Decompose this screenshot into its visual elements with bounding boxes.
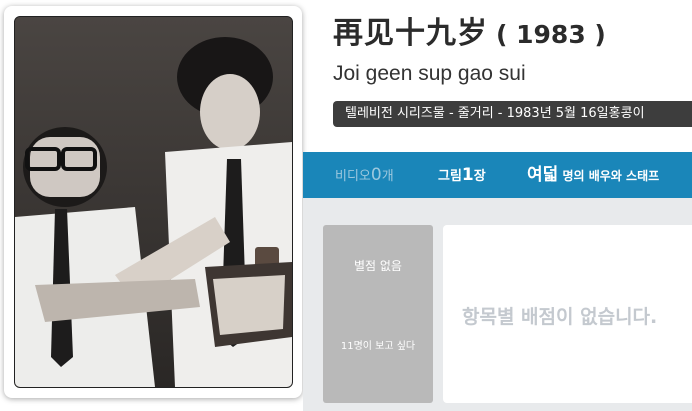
rating-panel: 별점 없음 11명이 보고 싶다 항목별 배점이 없습니다.	[303, 198, 692, 411]
video-suffix: 개	[381, 169, 394, 184]
page-title: 再见十九岁	[333, 16, 488, 51]
want-to-see-count: 11명이 보고 싶다	[340, 341, 416, 352]
poster-image[interactable]	[14, 16, 293, 388]
poster-card[interactable]	[4, 6, 302, 398]
image-label: 그림	[438, 169, 462, 184]
cast-stat[interactable]: 여덟 명의 배우와 스태프	[527, 152, 659, 198]
romanized-title: Joi geen sup gao sui	[333, 62, 526, 85]
stats-bar: 비디오0개 그림1장 여덟 명의 배우와 스태프	[303, 152, 692, 198]
title-row: 再见十九岁 ( 1983 )	[333, 8, 606, 52]
video-stat[interactable]: 비디오0개	[335, 152, 394, 198]
poster-photo	[15, 17, 292, 387]
video-label: 비디오	[335, 169, 371, 184]
criteria-rating-box: 항목별 배점이 없습니다.	[443, 225, 692, 403]
no-rating-label: 별점 없음	[354, 259, 402, 273]
release-year: ( 1983 )	[496, 20, 606, 49]
cast-count: 여덟	[527, 165, 559, 185]
rating-box[interactable]: 별점 없음 11명이 보고 싶다	[323, 225, 433, 403]
meta-info-bar: 텔레비전 시리즈물 - 줄거리 - 1983년 5월 16일홍콩이	[333, 101, 692, 127]
no-criteria-message: 항목별 배점이 없습니다.	[462, 306, 658, 328]
image-count: 1	[461, 165, 474, 185]
cast-label: 명의 배우와 스태프	[562, 169, 660, 183]
image-suffix: 장	[473, 169, 486, 184]
image-stat[interactable]: 그림1장	[438, 152, 486, 198]
video-count: 0	[370, 165, 382, 185]
